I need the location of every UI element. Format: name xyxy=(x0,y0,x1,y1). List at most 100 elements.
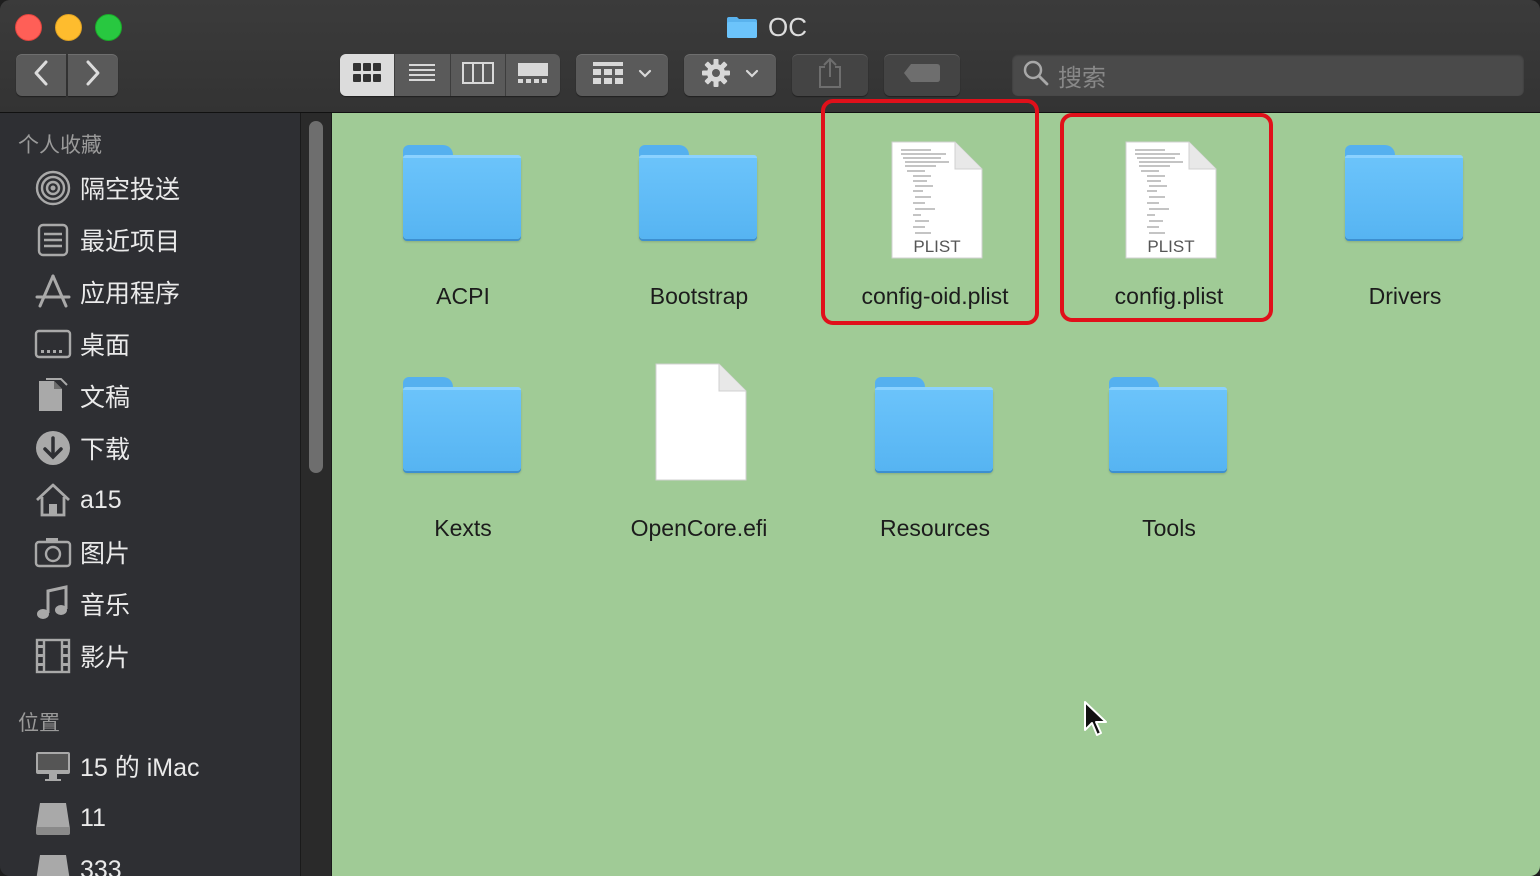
sidebar-item-disk-11[interactable]: 11 xyxy=(34,796,294,840)
imac-icon xyxy=(34,747,72,785)
generic-document-icon xyxy=(637,363,761,493)
sidebar-item-movies[interactable]: 影片 xyxy=(34,634,294,678)
home-icon xyxy=(34,481,72,519)
window-title-text: OC xyxy=(768,11,807,42)
close-window-button[interactable] xyxy=(15,14,42,41)
sidebar-item-desktop[interactable]: 桌面 xyxy=(34,322,294,366)
sidebar-item-label: 15 的 iMac xyxy=(80,754,200,782)
forward-button[interactable] xyxy=(68,54,118,96)
column-view-button[interactable] xyxy=(451,54,506,96)
documents-icon xyxy=(34,377,72,415)
folder-icon xyxy=(1343,141,1467,261)
sidebar-section-favorites: 个人收藏 xyxy=(18,134,102,157)
music-icon xyxy=(34,585,72,623)
sidebar-item-label: 影片 xyxy=(80,644,131,672)
chevron-left-icon xyxy=(31,59,51,92)
action-menu-button[interactable] xyxy=(684,54,776,96)
file-item-resources[interactable]: Resources xyxy=(835,373,1035,542)
recents-icon xyxy=(34,221,72,259)
sidebar-item-disk-333[interactable]: 333 xyxy=(34,848,294,876)
gallery-view-button[interactable] xyxy=(506,54,560,96)
sidebar-scrollbar[interactable] xyxy=(300,113,332,876)
file-name: Resources xyxy=(880,515,990,541)
sidebar: 个人收藏 隔空投送 最近项目 应用程序 桌面 文稿 下载 a15 图片 音乐 影… xyxy=(0,113,300,876)
group-by-button[interactable] xyxy=(576,54,668,96)
file-item-acpi[interactable]: ACPI xyxy=(363,141,563,310)
search-placeholder: 搜索 xyxy=(1058,64,1106,92)
finder-window: OC 搜索 个人收藏 隔空投送 最近项目 应用程序 桌面 文稿 下载 a15 图… xyxy=(0,0,1540,876)
sidebar-item-airdrop[interactable]: 隔空投送 xyxy=(34,166,294,210)
sidebar-item-label: 下载 xyxy=(80,436,131,464)
file-name: ACPI xyxy=(436,283,490,309)
folder-icon xyxy=(726,15,758,39)
sidebar-item-music[interactable]: 音乐 xyxy=(34,582,294,626)
folder-icon xyxy=(873,373,997,493)
sidebar-item-applications[interactable]: 应用程序 xyxy=(34,270,294,314)
file-name: OpenCore.efi xyxy=(630,515,768,541)
zoom-window-button[interactable] xyxy=(95,14,122,41)
sidebar-item-label: 音乐 xyxy=(80,592,131,620)
folder-icon xyxy=(637,141,761,261)
view-mode-segmented-control xyxy=(340,54,560,96)
file-name: Drivers xyxy=(1368,283,1442,309)
icon-view-button[interactable] xyxy=(340,54,396,96)
group-by-icon xyxy=(592,61,624,90)
list-view-button[interactable] xyxy=(395,54,451,96)
folder-icon xyxy=(401,141,525,261)
share-button[interactable] xyxy=(792,54,868,96)
file-item-bootstrap[interactable]: Bootstrap xyxy=(599,141,799,310)
file-item-drivers[interactable]: Drivers xyxy=(1305,141,1505,310)
sidebar-item-label: 333 xyxy=(80,855,122,876)
back-button[interactable] xyxy=(16,54,66,96)
minimize-window-button[interactable] xyxy=(55,14,82,41)
gallery-view-icon xyxy=(517,62,549,89)
chevron-right-icon xyxy=(83,59,103,92)
gear-icon xyxy=(701,58,731,93)
folder-icon xyxy=(1107,373,1231,493)
sidebar-item-label: 文稿 xyxy=(80,384,131,412)
chevron-down-icon xyxy=(638,66,652,84)
sidebar-item-pictures[interactable]: 图片 xyxy=(34,530,294,574)
sidebar-item-downloads[interactable]: 下载 xyxy=(34,426,294,470)
column-view-icon xyxy=(461,61,494,89)
icon-grid-view-icon xyxy=(352,62,382,89)
search-field[interactable]: 搜索 xyxy=(1012,54,1524,96)
sidebar-item-label: 图片 xyxy=(80,540,131,568)
downloads-icon xyxy=(34,429,72,467)
scrollbar-thumb[interactable] xyxy=(309,121,323,473)
disk-icon xyxy=(34,799,72,837)
sidebar-item-label: 11 xyxy=(80,803,106,832)
airdrop-icon xyxy=(34,169,72,207)
sidebar-item-documents[interactable]: 文稿 xyxy=(34,374,294,418)
file-browser-content: ACPI Bootstrap PLIST config-oid.plist PL… xyxy=(332,99,1540,876)
list-view-icon xyxy=(408,63,436,88)
annotation-highlight-box xyxy=(821,99,1039,325)
file-name: Kexts xyxy=(434,515,492,541)
sidebar-section-locations: 位置 xyxy=(18,712,60,735)
sidebar-item-label: 桌面 xyxy=(80,332,131,360)
mouse-pointer-icon xyxy=(1084,701,1107,736)
chevron-down-icon xyxy=(745,66,759,84)
movies-icon xyxy=(34,637,72,675)
annotation-highlight-box xyxy=(1060,113,1273,322)
file-item-tools[interactable]: Tools xyxy=(1069,373,1269,542)
sidebar-item-recents[interactable]: 最近项目 xyxy=(34,218,294,262)
sidebar-item-label: 应用程序 xyxy=(80,280,181,308)
search-icon xyxy=(1022,59,1050,92)
pictures-icon xyxy=(34,533,72,571)
toolbar: OC 搜索 xyxy=(0,0,1540,113)
file-name: Tools xyxy=(1142,515,1196,541)
applications-icon xyxy=(34,273,72,311)
tag-button[interactable] xyxy=(884,54,960,96)
file-item-opencore-efi[interactable]: OpenCore.efi xyxy=(599,363,799,542)
tag-icon xyxy=(903,63,941,88)
sidebar-item-label: a15 xyxy=(80,485,122,514)
sidebar-item-label: 隔空投送 xyxy=(80,176,181,204)
desktop-icon xyxy=(34,325,72,363)
file-item-kexts[interactable]: Kexts xyxy=(363,373,563,542)
sidebar-item-imac[interactable]: 15 的 iMac xyxy=(34,744,294,788)
disk-icon xyxy=(34,851,72,876)
sidebar-item-home[interactable]: a15 xyxy=(34,478,294,522)
share-icon xyxy=(817,57,843,94)
folder-icon xyxy=(401,373,525,493)
